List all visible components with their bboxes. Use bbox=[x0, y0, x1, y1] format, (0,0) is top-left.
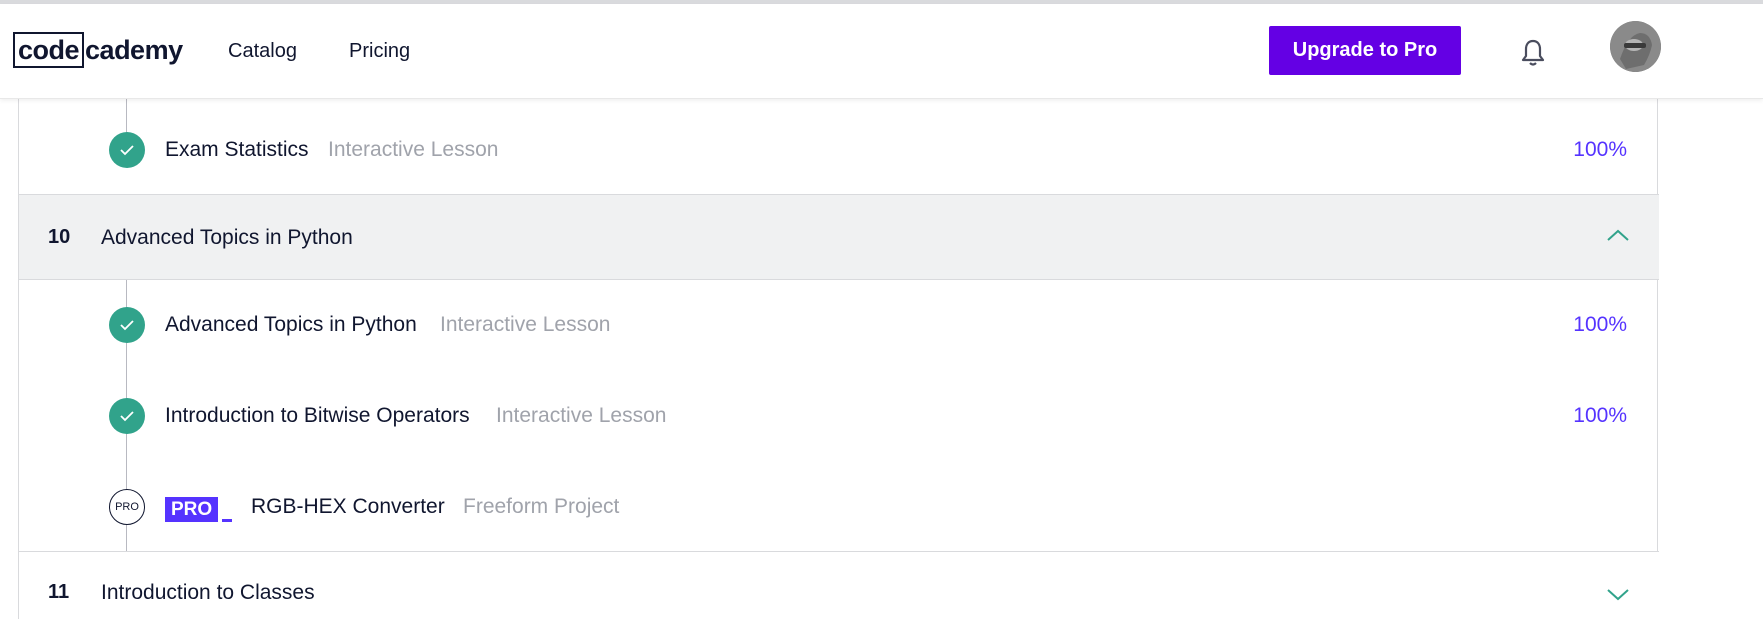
pro-cursor-mark bbox=[222, 519, 233, 522]
lesson-progress: 100% bbox=[1573, 138, 1627, 161]
module-title: Advanced Topics in Python bbox=[101, 226, 353, 249]
lesson-progress: 100% bbox=[1573, 313, 1627, 336]
lesson-progress: 100% bbox=[1573, 404, 1627, 427]
module-title: Introduction to Classes bbox=[101, 581, 315, 604]
lesson-type: Interactive Lesson bbox=[496, 404, 667, 427]
lesson-title: Advanced Topics in Python bbox=[165, 313, 417, 336]
lesson-title: RGB-HEX Converter bbox=[251, 495, 445, 518]
lesson-row[interactable]: Exam Statistics Interactive Lesson 100% bbox=[19, 99, 1659, 194]
module-number: 10 bbox=[48, 226, 71, 248]
module-header-11[interactable]: 11 Introduction to Classes bbox=[19, 551, 1659, 637]
upgrade-to-pro-button[interactable]: Upgrade to Pro bbox=[1269, 26, 1461, 75]
module-number: 11 bbox=[48, 581, 70, 603]
nav-pricing-link[interactable]: Pricing bbox=[349, 40, 410, 63]
logo-rest-text: cademy bbox=[85, 35, 183, 65]
pro-status-icon: PRO bbox=[109, 489, 145, 525]
nav-catalog-link[interactable]: Catalog bbox=[228, 40, 297, 63]
lesson-row[interactable]: Introduction to Bitwise Operators Intera… bbox=[19, 371, 1659, 462]
check-icon bbox=[109, 307, 145, 343]
pro-badge: PRO bbox=[165, 497, 233, 522]
logo-box-text: code bbox=[13, 32, 85, 68]
lesson-row[interactable]: PRO PRO RGB-HEX Converter Freeform Proje… bbox=[19, 462, 1659, 553]
codecademy-logo[interactable]: code cademy bbox=[13, 31, 183, 69]
user-avatar[interactable] bbox=[1610, 21, 1661, 72]
syllabus-panel: Exam Statistics Interactive Lesson 100% … bbox=[18, 99, 1659, 637]
lesson-row[interactable]: Advanced Topics in Python Interactive Le… bbox=[19, 280, 1659, 371]
lesson-type: Freeform Project bbox=[463, 495, 620, 518]
lesson-type: Interactive Lesson bbox=[440, 313, 611, 336]
check-icon bbox=[109, 132, 145, 168]
chevron-up-icon[interactable] bbox=[1605, 226, 1631, 246]
pro-badge-label: PRO bbox=[165, 497, 219, 522]
top-navbar: code cademy Catalog Pricing Upgrade to Pr… bbox=[0, 4, 1763, 99]
module-header-10[interactable]: 10 Advanced Topics in Python bbox=[19, 194, 1659, 280]
lesson-title: Introduction to Bitwise Operators bbox=[165, 404, 470, 427]
lesson-type: Interactive Lesson bbox=[328, 138, 499, 161]
check-icon bbox=[109, 398, 145, 434]
bell-icon[interactable] bbox=[1519, 38, 1547, 68]
lesson-title: Exam Statistics bbox=[165, 138, 309, 161]
chevron-down-icon[interactable] bbox=[1605, 584, 1631, 604]
